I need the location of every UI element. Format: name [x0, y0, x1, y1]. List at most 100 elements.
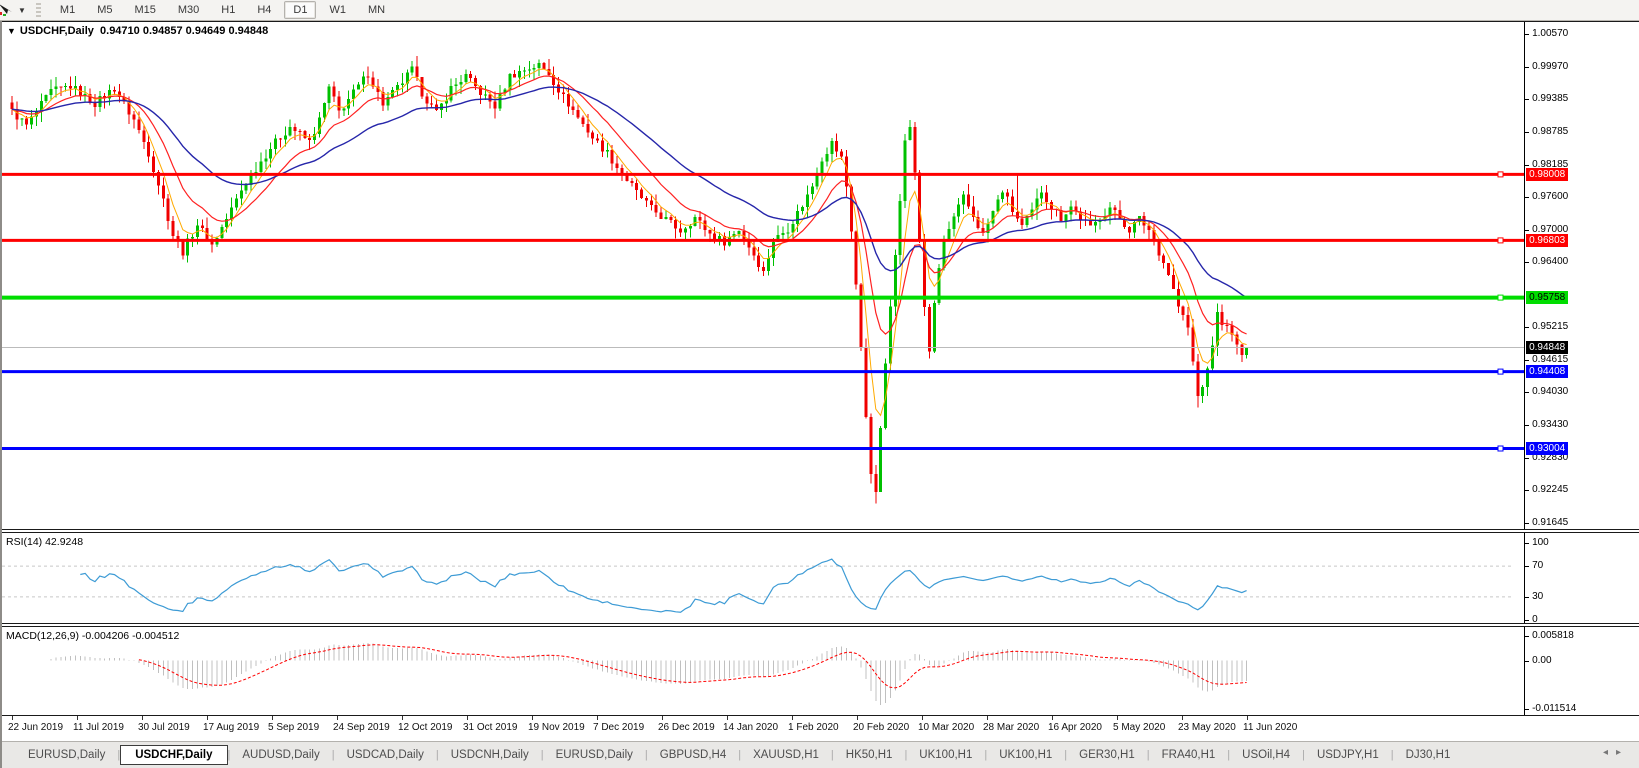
date-tick-mark [857, 716, 858, 720]
chart-symbol-period: USDCHF,Daily [19, 25, 94, 37]
line-handle[interactable] [1497, 294, 1504, 301]
date-tick-mark [467, 716, 468, 720]
date-label: 17 Aug 2019 [203, 722, 260, 733]
price-tick-label: 0.94615 [1532, 354, 1569, 365]
date-label: 16 Apr 2020 [1048, 722, 1102, 733]
date-tick-mark [1182, 716, 1183, 720]
line-handle[interactable] [1497, 237, 1504, 244]
date-label: 11 Jul 2019 [73, 722, 124, 733]
chart-tab-ger30-h1[interactable]: GER30,H1 [1067, 746, 1147, 764]
timeframe-button-d1[interactable]: D1 [284, 1, 317, 19]
macd-tick-mark [1525, 636, 1530, 637]
price-tick-mark [1525, 458, 1530, 459]
price-tick-mark [1525, 165, 1530, 166]
date-tick-mark [402, 716, 403, 720]
rsi-plot-area[interactable]: RSI(14) 42.9248 [2, 533, 1525, 623]
date-tick-mark [727, 716, 728, 720]
price-tick-label: 0.95215 [1532, 321, 1569, 332]
date-label: 20 Feb 2020 [853, 722, 910, 733]
macd-plot-area[interactable]: MACD(12,26,9) -0.004206 -0.004512 [2, 627, 1525, 715]
line-handle[interactable] [1497, 171, 1504, 178]
date-label: 14 Jan 2020 [723, 722, 779, 733]
chart-tab-gbpusd-h4[interactable]: GBPUSD,H4 [648, 746, 738, 764]
chart-tab-usdchf-daily[interactable]: USDCHF,Daily [120, 745, 228, 765]
chart-tab-eurusd-daily[interactable]: EURUSD,Daily [544, 746, 645, 764]
price-tick-mark [1525, 523, 1530, 524]
chart-tab-usdcnh-daily[interactable]: USDCNH,Daily [439, 746, 541, 764]
price-tick-label: 0.96400 [1532, 256, 1569, 267]
date-tick-mark [792, 716, 793, 720]
chart-collapse-icon[interactable]: ▼ [7, 26, 16, 36]
date-label: 10 Mar 2020 [918, 722, 975, 733]
price-tick-label: 1.00570 [1532, 28, 1569, 39]
candlesticks [10, 56, 1249, 504]
timeframe-button-group: M1 M5 M15 M30 H1 H4 D1 W1 MN [49, 1, 396, 19]
macd-tick-mark [1525, 661, 1530, 662]
rsi-label: RSI(14) 42.9248 [6, 536, 84, 548]
rsi-tick-mark [1525, 597, 1530, 598]
chart-tab-usdjpy-h1[interactable]: USDJPY,H1 [1305, 746, 1391, 764]
chart-tab-usdcad-daily[interactable]: USDCAD,Daily [335, 746, 436, 764]
chart-tab-xauusd-h1[interactable]: XAUUSD,H1 [741, 746, 831, 764]
timeframe-button-m1[interactable]: M1 [51, 1, 84, 19]
date-tick-mark [1247, 716, 1248, 720]
date-tick-mark [142, 716, 143, 720]
level-price-badge: 0.95758 [1526, 291, 1569, 304]
date-tick-mark [207, 716, 208, 720]
tab-scroll-arrows[interactable]: ◂▸ [1603, 747, 1629, 758]
chart-tab-uk100-h1[interactable]: UK100,H1 [907, 746, 984, 764]
date-tick-mark [337, 716, 338, 720]
trading-terminal: ▼ M1 M5 M15 M30 H1 H4 D1 W1 MN ▼ USDCHF,Daily 0.9… [0, 0, 1639, 768]
date-label: 5 Sep 2019 [268, 722, 320, 733]
date-label: 19 Nov 2019 [528, 722, 585, 733]
chart-tab-fra40-h1[interactable]: FRA40,H1 [1150, 746, 1228, 764]
price-tick-mark [1525, 327, 1530, 328]
time-axis[interactable]: 22 Jun 2019 11 Jul 2019 30 Jul 2019 17 Aug … [2, 715, 1639, 741]
price-tick-label: 0.97600 [1532, 191, 1569, 202]
timeframe-button-mn[interactable]: MN [359, 1, 394, 19]
price-plot-area[interactable]: ▼ USDCHF,Daily 0.94710 0.94857 0.94649 0.… [2, 22, 1525, 529]
chart-tab-audusd-daily[interactable]: AUDUSD,Daily [230, 746, 331, 764]
timeframe-button-m30[interactable]: M30 [169, 1, 208, 19]
date-tick-mark [597, 716, 598, 720]
rsi-axis: 100 70 30 0 [1524, 533, 1639, 625]
timeframe-button-w1[interactable]: W1 [320, 1, 355, 19]
macd-panel: MACD(12,26,9) -0.004206 -0.004512 0.0058… [2, 627, 1639, 715]
chart-tab-dj30-h1[interactable]: DJ30,H1 [1394, 746, 1463, 764]
toolbar-grip-handle[interactable] [35, 3, 41, 17]
price-tick-mark [1525, 360, 1530, 361]
chart-tab-eurusd-daily[interactable]: EURUSD,Daily [16, 746, 117, 764]
price-axis[interactable]: 1.00570 0.99970 0.99385 0.98785 0.98185 0.976… [1524, 22, 1639, 529]
price-tick-mark [1525, 67, 1530, 68]
line-handle[interactable] [1497, 445, 1504, 452]
rsi-line [80, 558, 1247, 613]
date-tick-mark [77, 716, 78, 720]
price-tick-label: 0.93430 [1532, 419, 1569, 430]
level-price-badge: 0.98008 [1526, 168, 1569, 181]
timeframe-button-h1[interactable]: H1 [212, 1, 244, 19]
macd-tick-label: 0.005818 [1532, 630, 1574, 641]
line-handle[interactable] [1497, 368, 1504, 375]
chart-tab-uk100-h1[interactable]: UK100,H1 [987, 746, 1064, 764]
price-tick-mark [1525, 197, 1530, 198]
timeframe-button-h4[interactable]: H4 [248, 1, 280, 19]
macd-tick-label: -0.011514 [1532, 703, 1577, 714]
price-tick-label: 0.98785 [1532, 126, 1569, 137]
macd-label: MACD(12,26,9) -0.004206 -0.004512 [6, 630, 180, 642]
chart-cursor-icon[interactable] [0, 2, 16, 18]
timeframe-button-m5[interactable]: M5 [88, 1, 121, 19]
price-tick-label: 0.94030 [1532, 386, 1569, 397]
chart-ohlc-values: 0.94710 0.94857 0.94649 0.94848 [100, 25, 269, 37]
timeframe-button-m15[interactable]: M15 [125, 1, 164, 19]
date-label: 22 Jun 2019 [8, 722, 64, 733]
chart-tab-usoil-h4[interactable]: USOil,H4 [1230, 746, 1302, 764]
chart-window: ▼ USDCHF,Daily 0.94710 0.94857 0.94649 0.… [0, 21, 1639, 768]
dropdown-arrow-icon[interactable]: ▼ [18, 6, 26, 15]
price-tick-mark [1525, 490, 1530, 491]
rsi-tick-mark [1525, 543, 1530, 544]
timeframe-toolbar: ▼ M1 M5 M15 M30 H1 H4 D1 W1 MN [0, 0, 1639, 21]
date-label: 26 Dec 2019 [658, 722, 715, 733]
chart-tab-hk50-h1[interactable]: HK50,H1 [834, 746, 905, 764]
date-tick-mark [662, 716, 663, 720]
price-tick-mark [1525, 262, 1530, 263]
